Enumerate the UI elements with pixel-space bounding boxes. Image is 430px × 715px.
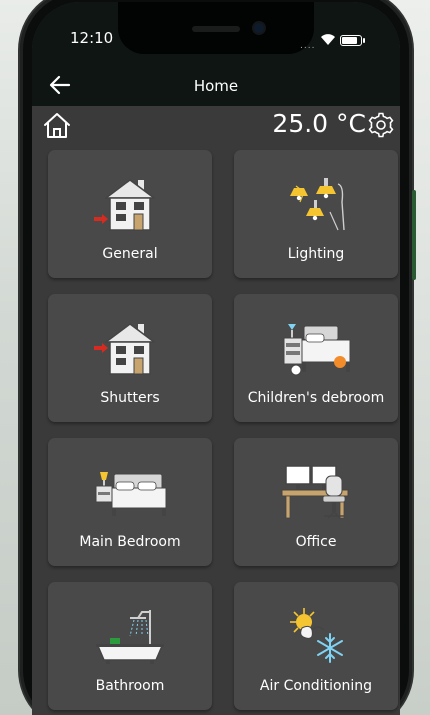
tile-lighting[interactable]: Lighting <box>234 150 398 278</box>
tile-label: Bathroom <box>95 678 165 694</box>
battery-icon <box>340 35 365 46</box>
tile-label: Children's debroom <box>247 390 385 406</box>
tile-air-conditioning[interactable]: Air Conditioning <box>234 582 398 710</box>
lamps-icon <box>290 178 345 231</box>
tile-general[interactable]: General <box>48 150 212 278</box>
front-camera <box>254 23 264 33</box>
bed-icon <box>95 472 167 516</box>
gear-icon[interactable] <box>368 112 394 138</box>
temperature-readout: 25.0 °C <box>272 109 366 138</box>
status-icons: .... <box>300 32 370 51</box>
tile-label: Lighting <box>287 246 345 262</box>
speaker-grille <box>192 26 240 32</box>
status-time: 12:10 <box>70 29 114 47</box>
signal-dots: .... <box>300 41 316 51</box>
tile-main-bedroom[interactable]: Main Bedroom <box>48 438 212 566</box>
house-icon <box>94 323 155 375</box>
tile-label: Shutters <box>100 390 160 406</box>
kids-bed-icon <box>283 324 351 376</box>
home-icon[interactable] <box>42 111 72 139</box>
tile-bathroom[interactable]: Bathroom <box>48 582 212 710</box>
house-icon <box>94 179 155 231</box>
notch <box>118 2 314 54</box>
tile-label: Air Conditioning <box>259 678 373 694</box>
app-screen: 12:10 .... Home 25.0 °C General Lighting… <box>32 2 400 715</box>
temperature-bar: 25.0 °C <box>32 106 400 144</box>
tile-label: Office <box>295 534 337 550</box>
status-bar: 12:10 .... <box>32 2 400 64</box>
desk-icon <box>281 465 349 519</box>
nav-bar: Home <box>32 64 400 108</box>
wifi-icon <box>321 34 335 45</box>
phone-side-button <box>412 190 416 280</box>
battery-level <box>342 37 357 44</box>
tile-childrens-bedroom[interactable]: Children's debroom <box>234 294 398 422</box>
sun-snowflake-icon <box>290 608 343 663</box>
bathtub-icon <box>96 610 164 664</box>
page-title: Home <box>193 77 239 95</box>
tile-label: Main Bedroom <box>79 534 181 550</box>
tile-label: General <box>102 246 158 262</box>
tile-shutters[interactable]: Shutters <box>48 294 212 422</box>
tile-office[interactable]: Office <box>234 438 398 566</box>
